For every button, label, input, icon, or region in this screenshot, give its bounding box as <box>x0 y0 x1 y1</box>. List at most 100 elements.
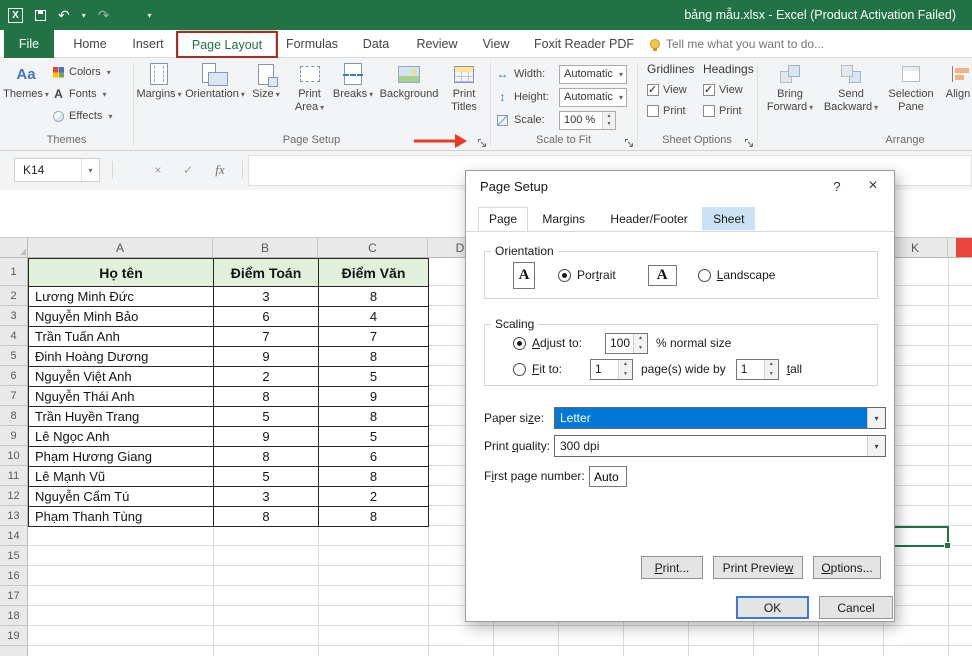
row-header[interactable]: 15 <box>0 546 27 566</box>
row-header[interactable]: 17 <box>0 586 27 606</box>
print-area-button[interactable]: Print Area▾ <box>287 60 332 114</box>
name-box-caret-icon[interactable]: ▾ <box>81 159 99 181</box>
fit-to-label[interactable]: Fit to: <box>532 362 576 376</box>
table-cell[interactable]: 2 <box>319 487 429 507</box>
name-box[interactable]: K14 ▾ <box>14 158 100 182</box>
table-cell[interactable]: Nguyễn Cẩm Tú <box>29 487 214 507</box>
scale-stepper[interactable]: 100 % ▲▼ <box>559 111 616 130</box>
row-header[interactable]: 18 <box>0 606 27 626</box>
table-cell[interactable]: 3 <box>214 287 319 307</box>
spin-down-icon[interactable]: ▼ <box>619 369 632 379</box>
table-cell[interactable]: Nguyễn Việt Anh <box>29 367 214 387</box>
spin-up-icon[interactable]: ▲ <box>619 360 632 370</box>
fx-button[interactable]: fx <box>208 158 232 182</box>
undo-caret-icon[interactable]: ▾ <box>82 11 86 20</box>
table-cell[interactable]: 8 <box>214 507 319 527</box>
row-header[interactable]: 1 <box>0 258 27 286</box>
cancel-button[interactable]: Cancel <box>819 596 893 619</box>
table-cell[interactable]: 8 <box>214 447 319 467</box>
combo-caret-icon[interactable]: ▾ <box>867 408 885 428</box>
adjust-to-label[interactable]: Adjust to: <box>532 336 592 350</box>
column-header[interactable]: A <box>28 238 213 258</box>
spin-up-icon[interactable]: ▲ <box>765 360 778 370</box>
table-cell[interactable]: 9 <box>319 387 429 407</box>
row-header[interactable]: 9 <box>0 426 27 446</box>
table-cell[interactable]: 8 <box>319 287 429 307</box>
row-header[interactable]: 14 <box>0 526 27 546</box>
options-button[interactable]: Options... <box>813 556 881 579</box>
headings-view-checkbox[interactable]: View <box>703 84 743 96</box>
dialog-close-button[interactable]: × <box>852 171 894 201</box>
table-cell[interactable]: 3 <box>214 487 319 507</box>
send-backward-button[interactable]: Send Backward▾ <box>821 60 881 114</box>
breaks-button[interactable]: Breaks▾ <box>333 60 373 101</box>
table-cell[interactable]: Nguyễn Thái Anh <box>29 387 214 407</box>
redo-icon[interactable]: ↷ <box>98 0 110 30</box>
row-header[interactable]: 3 <box>0 306 27 326</box>
ok-button[interactable]: OK <box>736 596 809 619</box>
table-cell[interactable]: Lương Minh Đức <box>29 287 214 307</box>
ribbon-tab-formulas[interactable]: Formulas <box>280 30 344 58</box>
dialog-tab-margins[interactable]: Margins <box>531 207 596 230</box>
print-quality-select[interactable]: 300 dpi ▾ <box>554 435 886 457</box>
save-icon[interactable] <box>35 10 46 21</box>
selection-pane-button[interactable]: Selection Pane <box>883 60 939 114</box>
table-cell[interactable]: 5 <box>319 367 429 387</box>
table-cell[interactable]: Lê Mạnh Vũ <box>29 467 214 487</box>
table-header-cell[interactable]: Họ tên <box>29 259 214 287</box>
table-cell[interactable]: 7 <box>319 327 429 347</box>
ribbon-tab-insert[interactable]: Insert <box>122 30 174 58</box>
table-cell[interactable]: 4 <box>319 307 429 327</box>
column-header[interactable]: C <box>318 238 428 258</box>
undo-icon[interactable]: ↶ <box>58 0 70 30</box>
spin-up-icon[interactable]: ▲ <box>603 112 615 121</box>
select-all-corner[interactable]: ◢ <box>0 237 28 258</box>
row-header[interactable]: 4 <box>0 326 27 346</box>
row-header[interactable]: 5 <box>0 346 27 366</box>
margins-button[interactable]: Margins▾ <box>137 60 181 101</box>
column-header[interactable]: B <box>213 238 318 258</box>
formula-cancel-button[interactable]: × <box>146 158 170 182</box>
table-cell[interactable]: 5 <box>214 407 319 427</box>
row-header[interactable]: 2 <box>0 286 27 306</box>
landscape-label[interactable]: Landscape <box>717 268 776 282</box>
gridlines-print-checkbox[interactable]: Print <box>647 105 686 117</box>
table-cell[interactable]: Phạm Thanh Tùng <box>29 507 214 527</box>
pages-tall-spinner[interactable]: 1 ▲▼ <box>736 359 779 380</box>
table-cell[interactable]: Đinh Hoàng Dương <box>29 347 214 367</box>
colors-button[interactable]: Colors▾ <box>52 62 111 82</box>
table-cell[interactable]: Trần Tuấn Anh <box>29 327 214 347</box>
table-cell[interactable]: 9 <box>214 347 319 367</box>
ribbon-tab-file[interactable]: File <box>4 30 54 58</box>
table-cell[interactable]: 8 <box>319 467 429 487</box>
ribbon-tab-foxit[interactable]: Foxit Reader PDF <box>528 30 640 58</box>
row-header[interactable]: 13 <box>0 506 27 526</box>
spin-down-icon[interactable]: ▼ <box>765 369 778 379</box>
table-cell[interactable]: Phạm Hương Giang <box>29 447 214 467</box>
paper-size-select[interactable]: Letter ▾ <box>554 407 886 429</box>
ribbon-tab-view[interactable]: View <box>470 30 522 58</box>
row-header[interactable]: 19 <box>0 626 27 646</box>
row-header[interactable]: 12 <box>0 486 27 506</box>
row-header[interactable]: 16 <box>0 566 27 586</box>
table-header-cell[interactable]: Điểm Văn <box>319 259 429 287</box>
table-cell[interactable]: 5 <box>319 427 429 447</box>
portrait-radio[interactable] <box>558 269 571 282</box>
table-cell[interactable]: 2 <box>214 367 319 387</box>
bring-forward-button[interactable]: Bring Forward▾ <box>761 60 819 114</box>
scale-to-fit-launcher[interactable] <box>624 136 635 147</box>
dialog-help-button[interactable]: ? <box>822 179 852 194</box>
tell-me[interactable]: Tell me what you want to do... <box>650 30 824 58</box>
row-header[interactable]: 8 <box>0 406 27 426</box>
spin-up-icon[interactable]: ▲ <box>634 334 647 344</box>
themes-button[interactable]: Themes▾ <box>4 60 48 101</box>
spin-down-icon[interactable]: ▼ <box>603 120 615 129</box>
align-button[interactable]: Align▾ <box>941 60 972 101</box>
formula-enter-button[interactable]: ✓ <box>176 158 200 182</box>
width-select[interactable]: Automatic ▾ <box>559 65 627 84</box>
table-cell[interactable]: 7 <box>214 327 319 347</box>
table-cell[interactable]: 6 <box>319 447 429 467</box>
combo-caret-icon[interactable]: ▾ <box>867 436 885 456</box>
dialog-tab-page[interactable]: Page <box>478 207 528 231</box>
gridlines-view-checkbox[interactable]: View <box>647 84 687 96</box>
